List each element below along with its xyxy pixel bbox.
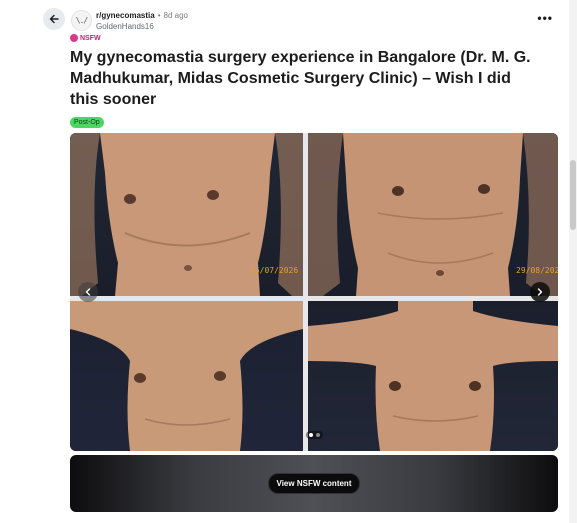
more-horizontal-icon: ••• — [537, 11, 553, 25]
gallery-page-indicator — [306, 431, 323, 439]
photo-date: 29/08/2026 — [516, 266, 558, 275]
author-link[interactable]: GoldenHands16 — [96, 21, 188, 32]
back-button[interactable] — [43, 8, 65, 30]
post-meta: r/gynecomastia • 8d ago GoldenHands16 — [96, 10, 188, 32]
collage-divider — [303, 133, 308, 451]
nsfw-label: NSFW — [80, 34, 101, 42]
gallery-next-button[interactable] — [530, 282, 550, 302]
nsfw-badge-icon — [70, 34, 78, 42]
photo-date: 15/07/2026 — [250, 266, 299, 275]
post-time: 8d ago — [163, 11, 188, 20]
gallery-photo-arms-before — [70, 301, 303, 451]
arrow-left-icon — [49, 14, 59, 24]
post-flair[interactable]: Post-Op — [70, 117, 104, 128]
nsfw-tag: NSFW — [70, 34, 101, 42]
torso-illustration — [70, 301, 303, 451]
gallery-photo-front-before: 15/07/2026 — [70, 133, 303, 296]
more-options-button[interactable]: ••• — [537, 11, 553, 25]
nsfw-blur-overlay: View NSFW content — [70, 455, 558, 512]
image-gallery[interactable]: 15/07/2026 29/08/2026 — [70, 133, 558, 451]
post-title[interactable]: My gynecomastia surgery experience in Ba… — [70, 47, 540, 110]
scrollbar-thumb[interactable] — [570, 160, 576, 230]
gallery-photo-arms-after — [308, 301, 558, 451]
gallery-dot[interactable] — [316, 433, 320, 437]
chevron-left-icon — [85, 288, 91, 296]
torso-illustration — [308, 301, 558, 451]
view-nsfw-button[interactable]: View NSFW content — [267, 473, 361, 494]
chevron-right-icon — [537, 288, 543, 296]
gallery-photo-front-after: 29/08/2026 — [308, 133, 558, 296]
subreddit-avatar[interactable]: \./ — [71, 10, 92, 31]
gallery-dot-active[interactable] — [309, 433, 313, 437]
collage-divider — [70, 296, 558, 301]
page-scrollbar[interactable] — [569, 0, 577, 523]
subreddit-link[interactable]: r/gynecomastia — [96, 10, 155, 21]
meta-separator: • — [157, 11, 161, 20]
gallery-prev-button[interactable] — [78, 282, 98, 302]
